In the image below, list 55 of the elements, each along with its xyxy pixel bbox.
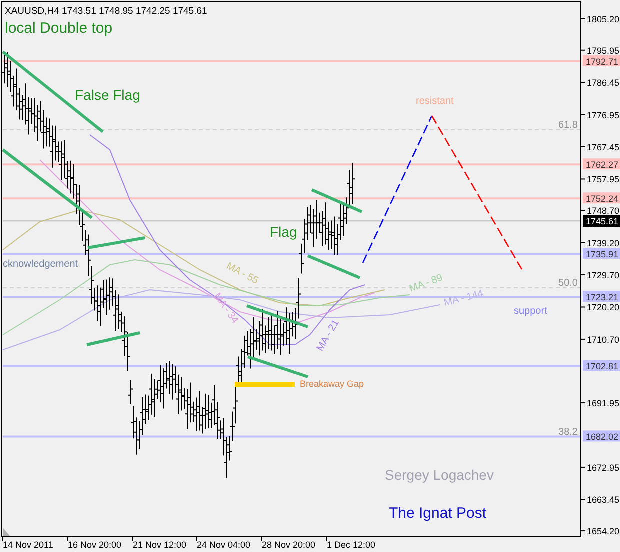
- trend-line: [246, 304, 308, 328]
- annotation-text: Flag: [270, 224, 298, 240]
- indicator-label: MA - 89: [408, 272, 444, 295]
- signature-text: The Ignat Post: [389, 505, 487, 522]
- annotation-text: Breakaway Gap: [300, 379, 364, 389]
- level-price-tag: 1752.24: [583, 192, 620, 204]
- time-tick-label: 21 Nov 12:00: [133, 540, 187, 550]
- level-price-tag: 1762.27: [583, 158, 620, 170]
- indicator-label: MA - 21: [315, 318, 342, 354]
- level-price-tag: 1682.02: [583, 430, 620, 442]
- price-tick-label: 1757.95: [587, 174, 620, 185]
- corner-triangle-icon: [3, 528, 10, 536]
- trend-line: [86, 332, 140, 346]
- indicator-label: MA - 34: [212, 291, 240, 326]
- price-tick-label: 1672.95: [587, 462, 620, 473]
- signature-text: Sergey Logachev: [385, 467, 494, 483]
- annotation-text: cknowledgement: [3, 259, 78, 270]
- price-tick-label: 1795.95: [587, 46, 620, 56]
- trend-line: [88, 236, 146, 250]
- time-tick-label: 14 Nov 2011: [3, 540, 54, 550]
- annotation-text: support: [514, 306, 548, 317]
- price-tick-label: 1767.45: [587, 142, 620, 152]
- annotation-text: False Flag: [75, 87, 140, 103]
- fib-level-label: 50.0: [558, 278, 578, 289]
- indicator-label: MA - 55: [224, 260, 260, 287]
- time-tick-label: 28 Nov 20:00: [262, 540, 316, 550]
- level-price-tag: 1735.91: [583, 248, 620, 260]
- time-tick-label: 24 Nov 04:00: [197, 540, 251, 550]
- level-price-tag: 1723.21: [583, 291, 620, 303]
- price-tick-label: 1720.20: [587, 302, 620, 313]
- trend-line: [307, 254, 361, 280]
- time-tick-label: 16 Nov 20:00: [68, 540, 122, 550]
- price-tick-label: 1748.70: [587, 206, 620, 216]
- price-tick-label: 1663.45: [587, 495, 620, 506]
- current-price-tag: 1745.61: [583, 215, 620, 228]
- annotation-text: local Double top: [5, 20, 113, 37]
- price-tick-label: 1776.95: [587, 110, 620, 120]
- price-tick-label: 1654.20: [587, 526, 620, 537]
- trend-line: [248, 356, 308, 378]
- annotation-text: resistant: [416, 96, 454, 107]
- price-tick-label: 1729.70: [587, 270, 620, 281]
- price-tick-label: 1710.70: [587, 334, 620, 345]
- indicator-label: MA - 144: [443, 288, 485, 309]
- level-price-tag: 1792.71: [583, 55, 620, 67]
- fib-level-label: 38.2: [558, 427, 578, 438]
- fib-level-label: 61.8: [558, 120, 578, 131]
- price-tick-label: 1739.20: [587, 238, 620, 248]
- chart-title: XAUUSD,H4 1743.51 1748.95 1742.25 1745.61: [5, 6, 208, 17]
- time-tick-label: 1 Dec 12:00: [327, 540, 376, 550]
- price-tick-label: 1805.20: [587, 14, 620, 24]
- trend-line: [311, 188, 363, 214]
- price-tick-label: 1786.45: [587, 78, 620, 88]
- level-price-tag: 1702.81: [583, 360, 620, 372]
- price-tick-label: 1691.95: [587, 398, 620, 409]
- gap-marker: [235, 382, 295, 387]
